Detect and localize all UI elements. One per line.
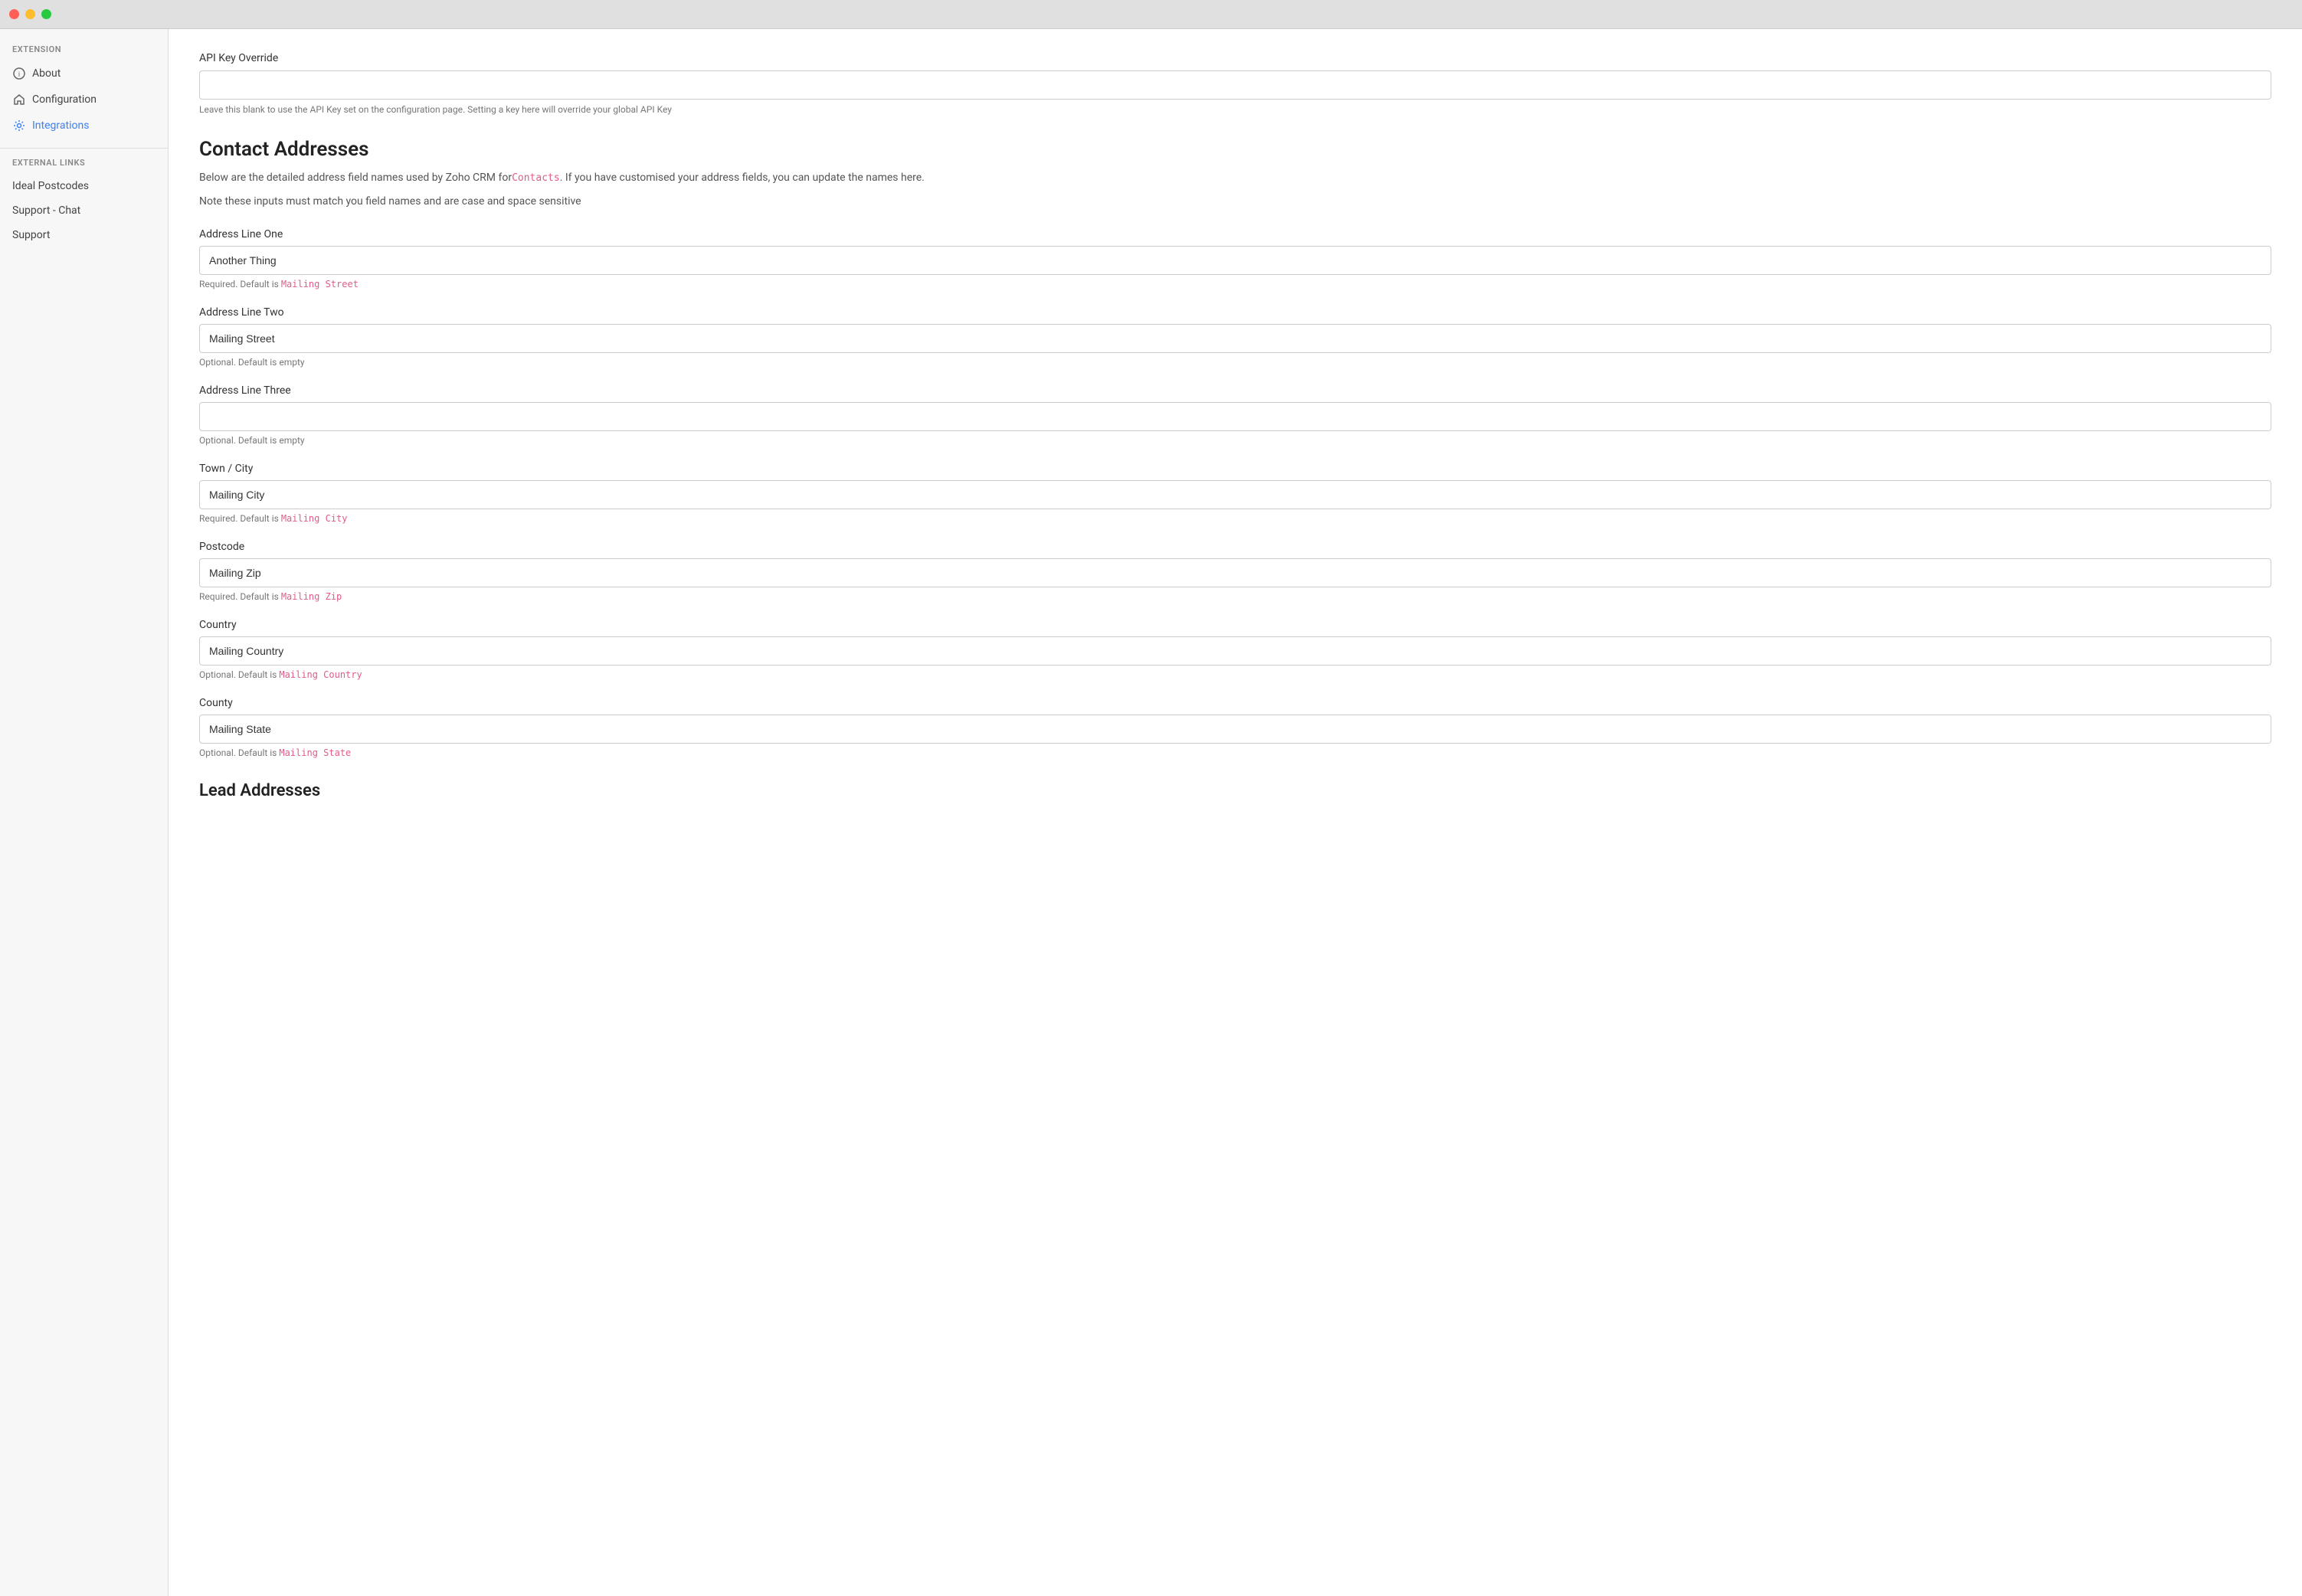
address-line-two-label: Address Line Two bbox=[199, 306, 2271, 319]
api-key-input[interactable] bbox=[199, 70, 2271, 100]
desc-prefix: Below are the detailed address field nam… bbox=[199, 172, 512, 184]
sidebar-support-label: Support bbox=[12, 229, 50, 241]
sidebar-divider bbox=[0, 148, 168, 149]
sidebar-support-chat-label: Support - Chat bbox=[12, 204, 80, 217]
county-hint: Optional. Default is Mailing State bbox=[199, 747, 2271, 758]
hint-prefix-6: Optional. Default is bbox=[199, 747, 279, 758]
extension-section-label: EXTENSION bbox=[0, 44, 168, 61]
contact-addresses-note: Note these inputs must match you field n… bbox=[199, 194, 2271, 210]
sidebar-item-about[interactable]: i About bbox=[0, 61, 168, 87]
hint-code-0: Mailing Street bbox=[281, 279, 359, 289]
country-hint: Optional. Default is Mailing Country bbox=[199, 669, 2271, 680]
hint-code-5: Mailing Country bbox=[279, 669, 362, 680]
hint-prefix-0: Required. Default is bbox=[199, 279, 281, 289]
main-content: API Key Override Leave this blank to use… bbox=[169, 29, 2302, 1596]
town-city-group: Town / City Required. Default is Mailing… bbox=[199, 463, 2271, 524]
address-line-one-hint: Required. Default is Mailing Street bbox=[199, 279, 2271, 289]
address-line-two-hint: Optional. Default is empty bbox=[199, 357, 2271, 368]
address-line-one-input[interactable] bbox=[199, 246, 2271, 275]
info-icon: i bbox=[12, 67, 26, 80]
country-label: Country bbox=[199, 619, 2271, 631]
hint-prefix-2: Optional. Default is empty bbox=[199, 435, 305, 446]
postcode-label: Postcode bbox=[199, 541, 2271, 553]
address-line-two-input[interactable] bbox=[199, 324, 2271, 353]
contacts-link[interactable]: Contacts bbox=[512, 172, 560, 184]
contact-addresses-heading: Contact Addresses bbox=[199, 138, 2271, 161]
sidebar-about-label: About bbox=[32, 67, 61, 80]
town-city-hint: Required. Default is Mailing City bbox=[199, 513, 2271, 524]
app-layout: EXTENSION i About Configuration bbox=[0, 29, 2302, 1596]
hint-prefix-3: Required. Default is bbox=[199, 513, 281, 524]
postcode-input[interactable] bbox=[199, 558, 2271, 587]
address-line-three-input[interactable] bbox=[199, 402, 2271, 431]
lead-addresses-heading: Lead Addresses bbox=[199, 781, 2271, 800]
desc-suffix: . If you have customised your address fi… bbox=[560, 172, 925, 184]
svg-text:i: i bbox=[18, 70, 20, 78]
sidebar-item-support-chat[interactable]: Support - Chat bbox=[0, 198, 168, 223]
county-input[interactable] bbox=[199, 715, 2271, 744]
home-icon bbox=[12, 93, 26, 106]
titlebar bbox=[0, 0, 2302, 29]
hint-code-6: Mailing State bbox=[279, 747, 351, 758]
address-line-three-group: Address Line Three Optional. Default is … bbox=[199, 384, 2271, 446]
address-line-two-group: Address Line Two Optional. Default is em… bbox=[199, 306, 2271, 368]
hint-prefix-5: Optional. Default is bbox=[199, 669, 279, 680]
hint-prefix-1: Optional. Default is empty bbox=[199, 357, 305, 368]
county-label: County bbox=[199, 697, 2271, 709]
minimize-button[interactable] bbox=[25, 9, 35, 19]
contact-addresses-desc: Below are the detailed address field nam… bbox=[199, 170, 2271, 186]
address-line-three-label: Address Line Three bbox=[199, 384, 2271, 397]
address-line-one-label: Address Line One bbox=[199, 228, 2271, 240]
sidebar-item-integrations[interactable]: Integrations bbox=[0, 113, 168, 139]
sidebar-item-ideal-postcodes[interactable]: Ideal Postcodes bbox=[0, 174, 168, 198]
sidebar-configuration-label: Configuration bbox=[32, 93, 97, 106]
address-line-three-hint: Optional. Default is empty bbox=[199, 435, 2271, 446]
sidebar-item-support[interactable]: Support bbox=[0, 223, 168, 247]
sidebar-integrations-label: Integrations bbox=[32, 119, 89, 132]
hint-code-3: Mailing City bbox=[281, 513, 348, 524]
town-city-input[interactable] bbox=[199, 480, 2271, 509]
address-line-one-group: Address Line One Required. Default is Ma… bbox=[199, 228, 2271, 289]
maximize-button[interactable] bbox=[41, 9, 51, 19]
postcode-hint: Required. Default is Mailing Zip bbox=[199, 591, 2271, 602]
sidebar: EXTENSION i About Configuration bbox=[0, 29, 169, 1596]
postcode-group: Postcode Required. Default is Mailing Zi… bbox=[199, 541, 2271, 602]
sidebar-item-configuration[interactable]: Configuration bbox=[0, 87, 168, 113]
hint-code-4: Mailing Zip bbox=[281, 591, 342, 602]
town-city-label: Town / City bbox=[199, 463, 2271, 475]
county-group: County Optional. Default is Mailing Stat… bbox=[199, 697, 2271, 758]
close-button[interactable] bbox=[9, 9, 19, 19]
api-key-hint: Leave this blank to use the API Key set … bbox=[199, 104, 2271, 115]
external-links-section-label: EXTERNAL LINKS bbox=[0, 158, 168, 174]
hint-prefix-4: Required. Default is bbox=[199, 591, 281, 602]
api-key-field-group: API Key Override Leave this blank to use… bbox=[199, 52, 2271, 115]
country-input[interactable] bbox=[199, 636, 2271, 666]
api-key-label: API Key Override bbox=[199, 52, 2271, 64]
country-group: Country Optional. Default is Mailing Cou… bbox=[199, 619, 2271, 680]
gear-icon bbox=[12, 119, 26, 132]
sidebar-ideal-postcodes-label: Ideal Postcodes bbox=[12, 180, 89, 192]
